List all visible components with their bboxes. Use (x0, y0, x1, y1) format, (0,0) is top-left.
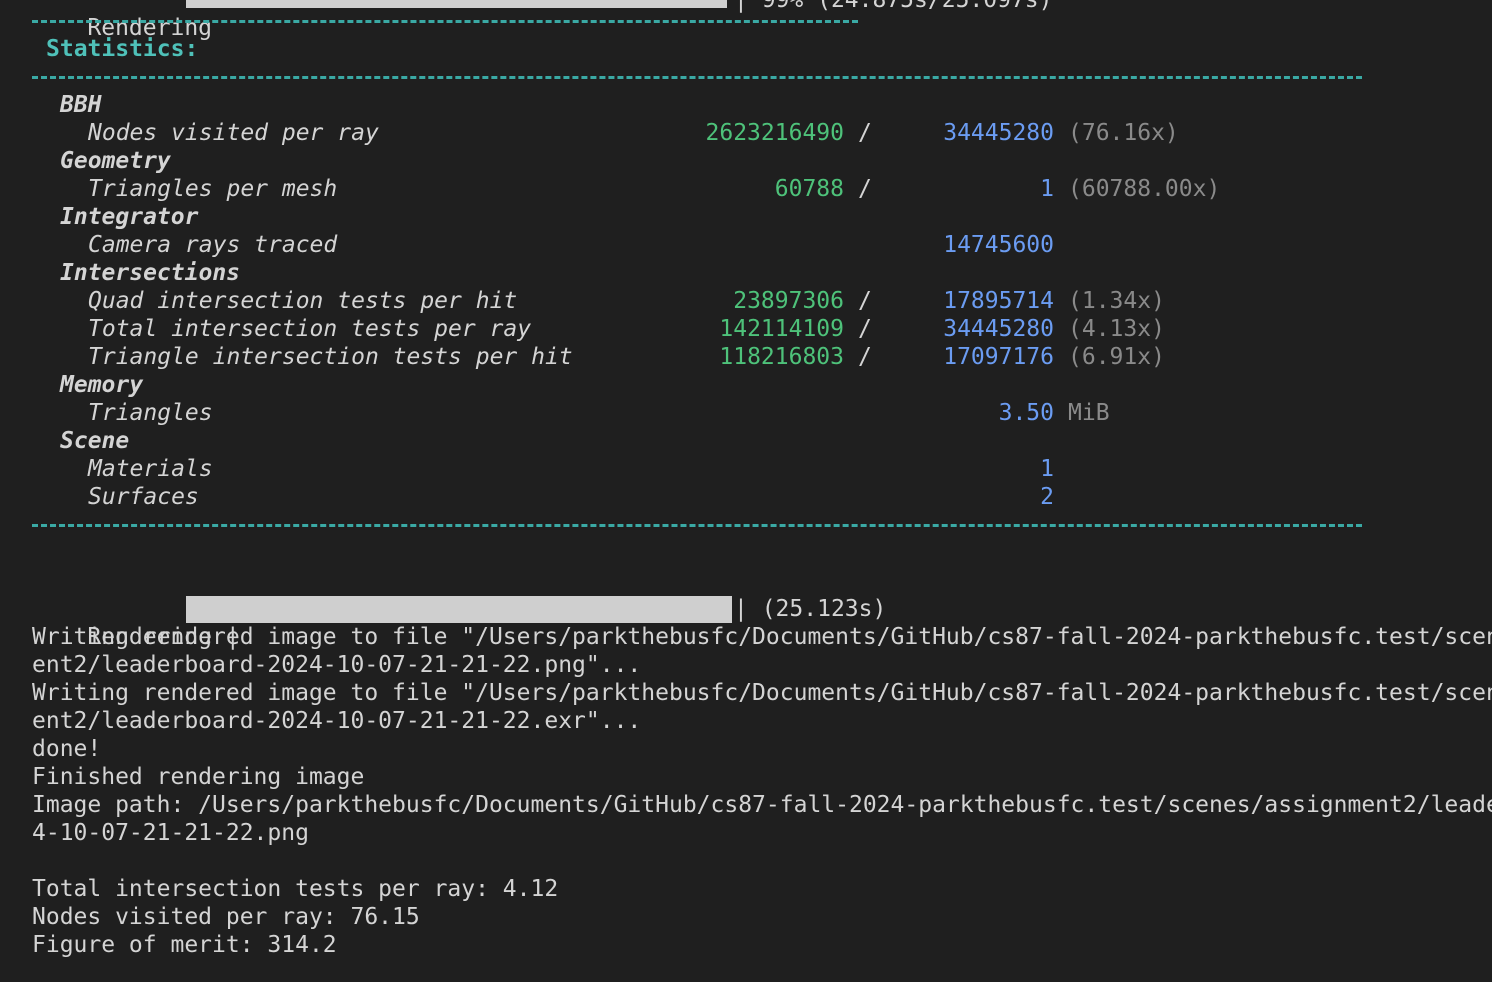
log-line: Writing rendered image to file "/Users/p… (32, 624, 1492, 650)
stats-slash: / (858, 176, 872, 202)
stats-group-heading: Intersections (60, 260, 241, 286)
stats-slash: / (858, 120, 872, 146)
log-line: Nodes visited per ray: 76.15 (32, 904, 420, 930)
stats-denominator: 17097176 (943, 344, 1054, 370)
stats-denominator: 1 (1040, 456, 1054, 482)
stats-group-heading: BBH (60, 92, 102, 118)
stats-label: Nodes visited per ray (88, 120, 379, 146)
stats-label: Surfaces (88, 484, 199, 510)
log-line: ent2/leaderboard-2024-10-07-21-21-22.png… (32, 652, 642, 678)
log-line: ent2/leaderboard-2024-10-07-21-21-22.exr… (32, 708, 642, 734)
divider-top-short (32, 20, 858, 23)
stats-row: Total intersection tests per ray 14211410… (0, 315, 1492, 343)
divider-stats-top (32, 76, 1362, 79)
stats-ratio: (1.34x) (1068, 288, 1165, 314)
stats-group-heading: Memory (60, 372, 144, 398)
top-rendering-tail: | 99% (24.875s/25.097s) (734, 0, 1053, 13)
log-line: done! (32, 736, 102, 762)
stats-denominator: 1 (1040, 176, 1054, 202)
log-line: Image path: /Users/parkthebusfc/Document… (32, 792, 1492, 818)
stats-label: Camera rays traced (88, 232, 338, 258)
stats-row: Triangles per mesh 60788 / 1 (60788.00x) (0, 175, 1492, 203)
stats-group-heading: Integrator (60, 204, 199, 230)
rendering-progress-bar (186, 596, 732, 623)
rendering-time: (25.123s) (761, 596, 887, 622)
stats-ratio: MiB (1068, 400, 1110, 426)
stats-denominator: 17895714 (943, 288, 1054, 314)
stats-group-heading: Geometry (60, 148, 171, 174)
stats-row: Camera rays traced 14745600 (0, 231, 1492, 259)
stats-denominator: 34445280 (943, 120, 1054, 146)
stats-row: Triangles 3.50 MiB (0, 399, 1492, 427)
stats-denominator: 3.50 (998, 400, 1054, 426)
stats-slash: / (858, 288, 872, 314)
stats-label: Materials (88, 456, 213, 482)
log-line: Finished rendering image (32, 764, 365, 790)
stats-row: Surfaces 2 (0, 483, 1492, 511)
stats-row: Quad intersection tests per hit 23897306 /… (0, 287, 1492, 315)
stats-slash: / (858, 316, 872, 342)
stats-slash: / (858, 344, 872, 370)
stats-ratio: (60788.00x) (1068, 176, 1221, 202)
terminal-output: Rendering | 99% (24.875s/25.097s) Statis… (0, 0, 1492, 982)
stats-label: Triangles (88, 400, 213, 426)
stats-denominator: 14745600 (943, 232, 1054, 258)
stats-label: Triangles per mesh (88, 176, 338, 202)
stats-ratio: (6.91x) (1068, 344, 1165, 370)
stats-ratio: (4.13x) (1068, 316, 1165, 342)
stats-group-heading: Scene (60, 428, 130, 454)
stats-numerator: 118216803 (719, 344, 844, 370)
stats-numerator: 142114109 (719, 316, 844, 342)
divider-stats-bottom (32, 524, 1362, 527)
stats-row: Materials 1 (0, 455, 1492, 483)
stats-row: Nodes visited per ray 2623216490 / 34445280… (0, 119, 1492, 147)
stats-label: Total intersection tests per ray (88, 316, 532, 342)
log-line: Figure of merit: 314.2 (32, 932, 337, 958)
stats-row: Triangle intersection tests per hit 11821… (0, 343, 1492, 371)
log-line: 4-10-07-21-21-22.png (32, 820, 309, 846)
statistics-title: Statistics: (46, 36, 199, 62)
top-rendering-line: Rendering (32, 0, 212, 41)
rendering-time-line: | (25.123s) (734, 596, 887, 622)
stats-label: Quad intersection tests per hit (88, 288, 518, 314)
top-progress-bar (186, 0, 727, 8)
stats-numerator: 60788 (774, 176, 844, 202)
stats-label: Triangle intersection tests per hit (88, 344, 573, 370)
log-line: Total intersection tests per ray: 4.12 (32, 876, 559, 902)
stats-ratio: (76.16x) (1068, 120, 1179, 146)
stats-numerator: 23897306 (733, 288, 844, 314)
stats-denominator: 34445280 (943, 316, 1054, 342)
stats-numerator: 2623216490 (705, 120, 844, 146)
log-line: Writing rendered image to file "/Users/p… (32, 680, 1492, 706)
stats-denominator: 2 (1040, 484, 1054, 510)
